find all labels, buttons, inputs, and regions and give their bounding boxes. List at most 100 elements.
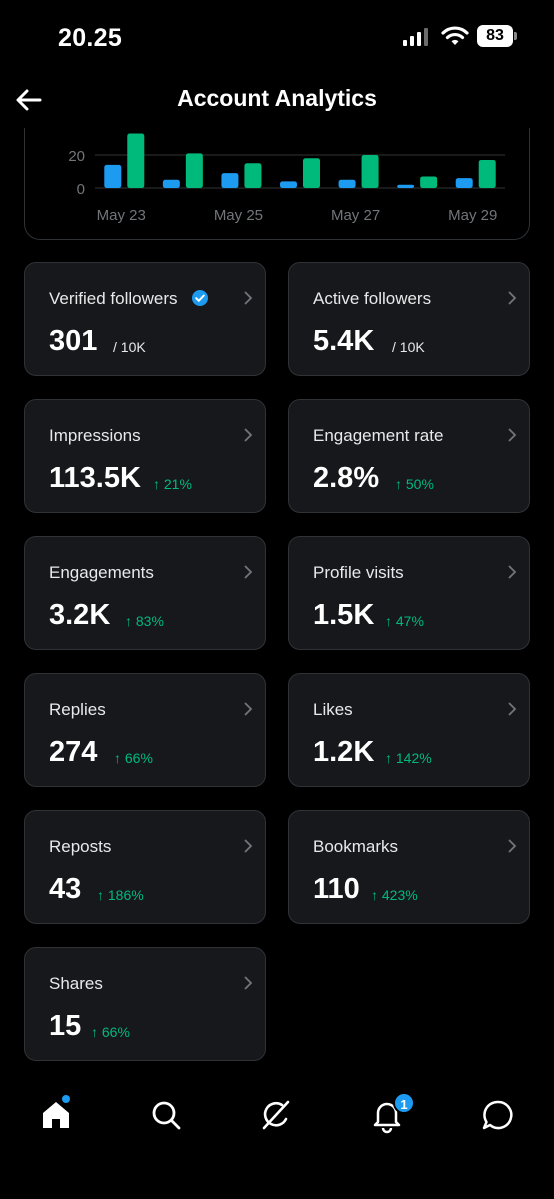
metric-change-value: 423% — [381, 887, 418, 903]
metric-label: Impressions — [49, 426, 141, 445]
notification-badge: 1 — [393, 1092, 415, 1114]
metric-label: Bookmarks — [313, 837, 399, 856]
chart-card: 20 0 May 23 May 25 May 27 May 29 — [24, 128, 530, 240]
message-icon[interactable] — [478, 1095, 518, 1135]
home-icon[interactable] — [36, 1095, 76, 1135]
metric-card-engagements[interactable]: Engagements 3.2K ↑ 83% — [24, 536, 266, 650]
chevron-right-icon — [244, 839, 253, 853]
metric-label: Engagement rate — [313, 426, 444, 445]
metric-change-value: 66% — [101, 1024, 130, 1040]
bar-series-a — [221, 173, 239, 188]
bar-series-b — [361, 155, 379, 188]
metrics-grid: Verified followers 301 / 10K Active foll… — [24, 262, 530, 1061]
metric-value: 301 — [49, 325, 98, 357]
metric-value: 113.5K — [49, 462, 141, 494]
metric-label: Replies — [49, 700, 106, 719]
metric-card-impressions[interactable]: Impressions 113.5K ↑ 21% — [24, 399, 266, 513]
metric-total: / 10K — [392, 339, 425, 355]
wifi-icon — [441, 26, 469, 45]
y-tick-label: 20 — [68, 148, 85, 165]
metric-value: 43 — [49, 873, 82, 905]
y-tick-label: 0 — [77, 181, 85, 198]
metric-change: ↑ 66% — [114, 750, 153, 766]
metric-change-value: 142% — [395, 750, 432, 766]
metric-value: 5.4K — [313, 325, 375, 357]
metric-value: 1.5K — [313, 599, 375, 631]
metric-card-shares[interactable]: Shares 15 ↑ 66% — [24, 947, 266, 1061]
signal-icon — [403, 28, 428, 46]
metric-label: Active followers — [313, 289, 432, 308]
metric-value: 1.2K — [313, 736, 375, 768]
chevron-right-icon — [508, 702, 517, 716]
bar-series-b — [185, 153, 203, 188]
bar-series-a — [338, 179, 356, 188]
metric-change: ↑ 186% — [97, 887, 144, 903]
metric-total: / 10K — [113, 339, 146, 355]
metric-change: ↑ 83% — [125, 613, 164, 629]
bottom-nav: 1 — [0, 1085, 554, 1145]
metric-change: ↑ 423% — [371, 887, 418, 903]
metric-value: 15 — [49, 1010, 82, 1042]
x-tick-label: May 29 — [448, 207, 497, 224]
metric-card-bookmarks[interactable]: Bookmarks 110 ↑ 423% — [288, 810, 530, 924]
metric-change-value: 47% — [395, 613, 424, 629]
bar-series-a — [280, 181, 297, 188]
metric-value: 2.8% — [313, 462, 380, 494]
chevron-right-icon — [244, 702, 253, 716]
metric-change-value: 186% — [107, 887, 144, 903]
metric-label: Likes — [313, 700, 353, 719]
chevron-right-icon — [508, 839, 517, 853]
grok-icon[interactable] — [256, 1095, 296, 1135]
chevron-right-icon — [508, 565, 517, 579]
metric-change-value: 50% — [405, 476, 434, 492]
metric-change: ↑ 66% — [91, 1024, 130, 1040]
bar-series-b — [127, 133, 145, 188]
page-title: Account Analytics — [177, 85, 377, 111]
chevron-right-icon — [244, 428, 253, 442]
header: Account Analytics — [0, 75, 554, 125]
bar-series-a — [104, 164, 122, 188]
chevron-right-icon — [508, 428, 517, 442]
metric-change-value: 21% — [163, 476, 192, 492]
metric-change: ↑ 21% — [153, 476, 192, 492]
bar-series-b — [478, 159, 496, 188]
metric-change-value: 83% — [135, 613, 164, 629]
metric-label: Profile visits — [313, 563, 404, 582]
metric-card-replies[interactable]: Replies 274 ↑ 66% — [24, 673, 266, 787]
metric-change: ↑ 142% — [385, 750, 432, 766]
chevron-right-icon — [244, 291, 253, 305]
bar-chart: 20 0 May 23 May 25 May 27 May 29 — [68, 133, 505, 224]
metric-value: 110 — [313, 873, 360, 905]
bar-series-b — [420, 176, 438, 188]
metric-card-verified-followers[interactable]: Verified followers 301 / 10K — [24, 262, 266, 376]
metric-value: 3.2K — [49, 599, 111, 631]
bar-series-a — [455, 178, 473, 188]
metric-change: ↑ 47% — [385, 613, 424, 629]
status-time: 20.25 — [58, 24, 123, 52]
home-unread-dot — [62, 1095, 70, 1103]
chevron-right-icon — [244, 976, 253, 990]
x-tick-label: May 27 — [331, 207, 380, 224]
metric-label: Reposts — [49, 837, 112, 856]
status-bar: 20.25 83 — [0, 0, 554, 75]
metric-change-value: 66% — [124, 750, 153, 766]
metric-card-likes[interactable]: Likes 1.2K ↑ 142% — [288, 673, 530, 787]
metric-card-engagement-rate[interactable]: Engagement rate 2.8% ↑ 50% — [288, 399, 530, 513]
x-tick-label: May 23 — [97, 207, 146, 224]
metric-card-reposts[interactable]: Reposts 43 ↑ 186% — [24, 810, 266, 924]
metric-label: Shares — [49, 974, 103, 993]
bar-series-b — [303, 158, 320, 188]
battery-tip — [514, 32, 517, 40]
chevron-right-icon — [244, 565, 253, 579]
bar-series-b — [244, 163, 262, 188]
bar-series-a — [397, 184, 415, 188]
metric-label: Engagements — [49, 563, 154, 582]
verified-badge-icon — [192, 290, 208, 306]
metric-label: Verified followers — [49, 289, 178, 308]
metric-value: 274 — [49, 736, 98, 768]
search-icon[interactable] — [146, 1095, 186, 1135]
bar-series-a — [162, 179, 180, 188]
metric-card-active-followers[interactable]: Active followers 5.4K / 10K — [288, 262, 530, 376]
chevron-right-icon — [508, 291, 517, 305]
metric-card-profile-visits[interactable]: Profile visits 1.5K ↑ 47% — [288, 536, 530, 650]
